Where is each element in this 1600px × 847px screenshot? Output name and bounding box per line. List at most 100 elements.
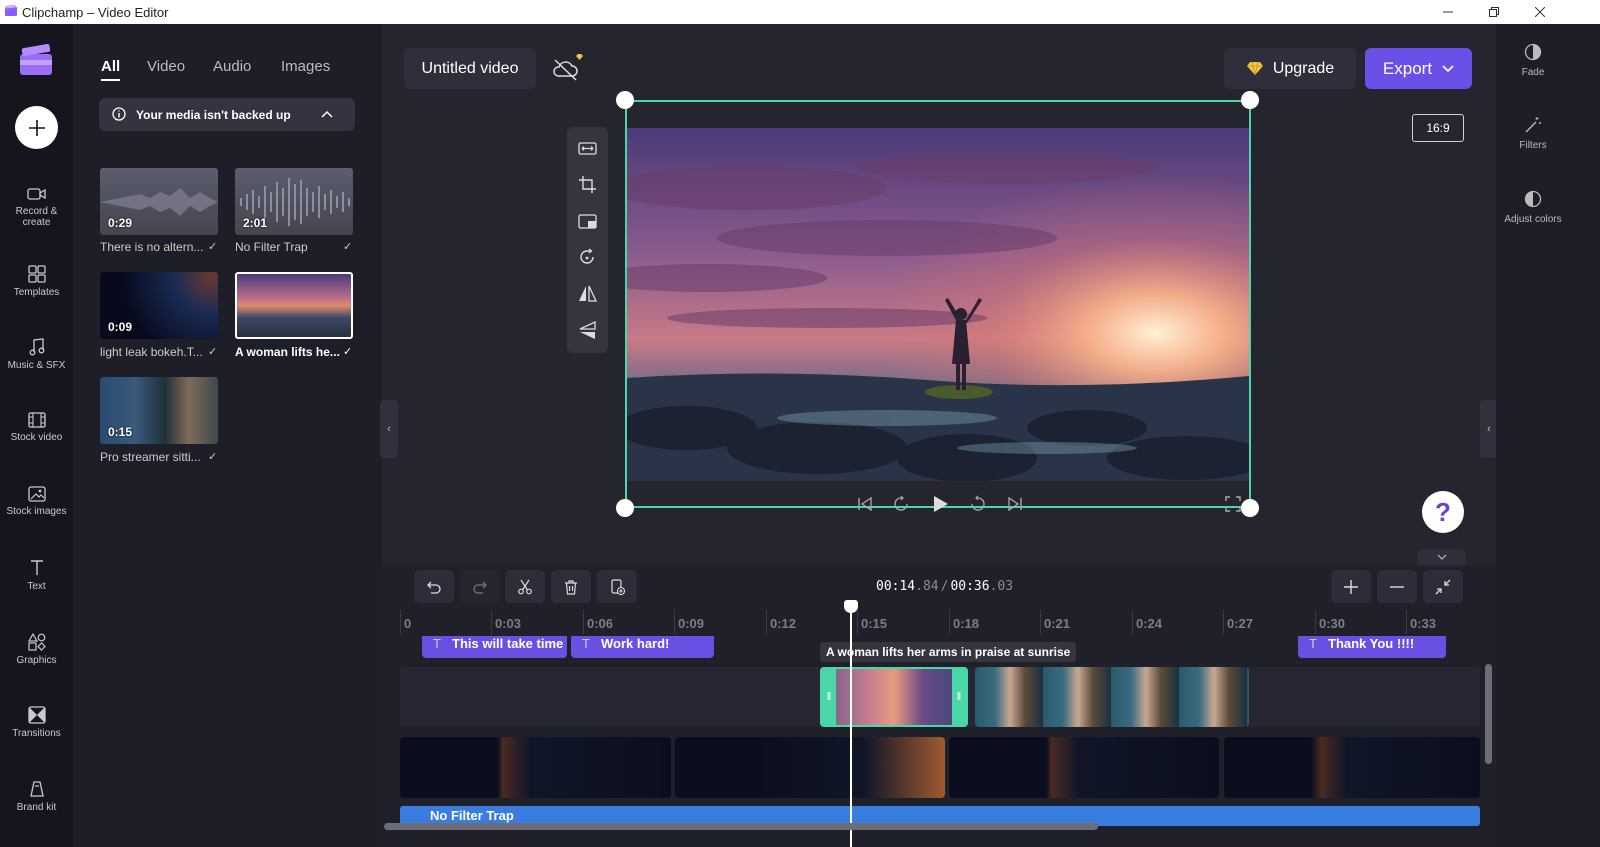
- close-icon: [1535, 7, 1545, 17]
- rail-brand-kit[interactable]: Brand kit: [0, 780, 73, 813]
- diamond-icon: [1246, 61, 1263, 76]
- rewind-5s-icon[interactable]: [892, 495, 910, 513]
- redo-button[interactable]: [460, 570, 500, 603]
- delete-button[interactable]: [551, 570, 591, 603]
- resize-handle-bottom-right[interactable]: [1241, 499, 1259, 517]
- rail-stock-images[interactable]: Stock images: [0, 486, 73, 517]
- rail-record-create[interactable]: Record & create: [0, 186, 73, 228]
- overlay-clip[interactable]: [1224, 737, 1480, 798]
- rail-graphics[interactable]: Graphics: [0, 633, 73, 666]
- split-button[interactable]: [505, 570, 545, 603]
- rail-label: Templates: [13, 287, 60, 298]
- timeline-vertical-scrollbar[interactable]: [1485, 664, 1492, 764]
- flip-vertical-icon[interactable]: [577, 320, 598, 341]
- playhead[interactable]: [850, 604, 852, 847]
- fit-icon[interactable]: [577, 138, 598, 159]
- plus-icon: [28, 119, 45, 136]
- text-clip[interactable]: T Thank You !!!!: [1298, 636, 1446, 658]
- rail-adjust-colors[interactable]: Adjust colors: [1496, 190, 1570, 225]
- flip-horizontal-icon[interactable]: [577, 283, 598, 304]
- upgrade-button[interactable]: Upgrade: [1224, 48, 1356, 89]
- rail-templates[interactable]: Templates: [0, 265, 73, 298]
- cloud-backup-button[interactable]: [552, 54, 586, 82]
- rail-label: Text: [27, 581, 46, 592]
- forward-5s-icon[interactable]: [969, 495, 987, 513]
- collapse-media-panel-button[interactable]: ‹: [380, 400, 398, 458]
- ruler-tick: 0: [404, 616, 412, 631]
- text-clip[interactable]: T Work hard!: [571, 636, 714, 658]
- rail-fade[interactable]: Fade: [1496, 43, 1570, 78]
- video-preview-frame[interactable]: [625, 100, 1251, 512]
- rail-music-sfx[interactable]: Music & SFX: [0, 338, 73, 371]
- zoom-to-fit-button[interactable]: [1423, 570, 1463, 603]
- undo-button[interactable]: [414, 570, 454, 603]
- export-button[interactable]: Export: [1365, 48, 1472, 89]
- rail-label: Adjust colors: [1504, 214, 1562, 225]
- tab-all[interactable]: All: [101, 58, 120, 75]
- media-name: There is no altern...: [100, 240, 204, 254]
- tab-images[interactable]: Images: [281, 58, 330, 75]
- minimize-button[interactable]: [1428, 3, 1468, 21]
- help-label: ?: [1435, 496, 1451, 527]
- add-to-timeline-button[interactable]: [597, 570, 637, 603]
- resize-handle-bottom-left[interactable]: [616, 499, 634, 517]
- media-duration: 0:09: [108, 320, 133, 334]
- add-media-button[interactable]: [15, 106, 58, 149]
- aspect-ratio-button[interactable]: 16:9: [1412, 114, 1464, 142]
- media-thumbnail[interactable]: 0:15: [100, 377, 218, 444]
- media-thumbnail-selected[interactable]: [235, 272, 353, 339]
- resize-handle-top-right[interactable]: [1241, 91, 1259, 109]
- media-thumbnail[interactable]: 2:01: [235, 168, 353, 235]
- playhead-handle[interactable]: [844, 600, 858, 613]
- trim-handle-left[interactable]: ‖: [822, 669, 836, 725]
- project-title-field[interactable]: Untitled video: [404, 48, 536, 89]
- close-button[interactable]: [1520, 3, 1560, 21]
- timeline-horizontal-scrollbar[interactable]: [384, 823, 1098, 830]
- fullscreen-icon[interactable]: [1225, 496, 1241, 512]
- project-title: Untitled video: [421, 59, 519, 77]
- text-clip[interactable]: T This will take time: [422, 636, 567, 658]
- tab-video[interactable]: Video: [147, 58, 185, 75]
- video-clip-selected[interactable]: ‖ ‖: [820, 667, 968, 727]
- backup-notice[interactable]: Your media isn't backed up: [99, 98, 355, 131]
- sunrise-scene-image: [627, 128, 1249, 481]
- expand-timeline-button[interactable]: [1418, 549, 1466, 565]
- camera-icon: [26, 188, 46, 200]
- time-ruler[interactable]: 0 0:03 0:06 0:09 0:12 0:15 0:18 0:21 0:2…: [400, 610, 1480, 636]
- video-preview-image: [627, 128, 1249, 481]
- overlay-clip[interactable]: [400, 737, 671, 798]
- zoom-out-button[interactable]: [1377, 570, 1417, 603]
- media-thumbnail[interactable]: 0:09: [100, 272, 218, 339]
- media-duration: 0:15: [108, 425, 133, 439]
- rail-filters[interactable]: Filters: [1496, 116, 1570, 151]
- rail-transitions[interactable]: Transitions: [0, 706, 73, 739]
- preview-toolbar: [567, 127, 608, 353]
- text-icon: [30, 560, 43, 575]
- skip-to-end-icon[interactable]: [1007, 496, 1023, 512]
- trim-handle-right[interactable]: ‖: [952, 669, 966, 725]
- contrast-icon: [1524, 190, 1542, 208]
- tab-audio[interactable]: Audio: [213, 58, 251, 75]
- play-icon[interactable]: [930, 494, 950, 514]
- rail-text[interactable]: Text: [0, 559, 73, 592]
- rail-label: Transitions: [12, 728, 61, 739]
- rail-label: Brand kit: [16, 802, 57, 813]
- crop-icon[interactable]: [577, 174, 598, 195]
- text-clip-label: This will take time: [452, 636, 564, 651]
- ruler-tick: 0:06: [587, 616, 614, 631]
- zoom-in-button[interactable]: [1331, 570, 1371, 603]
- help-button[interactable]: ?: [1422, 491, 1464, 533]
- picture-in-picture-icon[interactable]: [577, 211, 598, 232]
- overlay-clip[interactable]: [675, 737, 945, 798]
- clipchamp-logo-icon: [5, 5, 17, 16]
- media-thumbnail[interactable]: 0:29: [100, 168, 218, 235]
- plus-icon: [1344, 579, 1358, 594]
- rotate-icon[interactable]: [577, 247, 598, 268]
- skip-to-start-icon[interactable]: [857, 496, 873, 512]
- rail-label: Fade: [1521, 67, 1545, 78]
- rail-stock-video[interactable]: Stock video: [0, 412, 73, 443]
- resize-handle-top-left[interactable]: [616, 91, 634, 109]
- overlay-clip[interactable]: [949, 737, 1219, 798]
- maximize-button[interactable]: [1474, 3, 1514, 21]
- video-clip[interactable]: [975, 667, 1249, 727]
